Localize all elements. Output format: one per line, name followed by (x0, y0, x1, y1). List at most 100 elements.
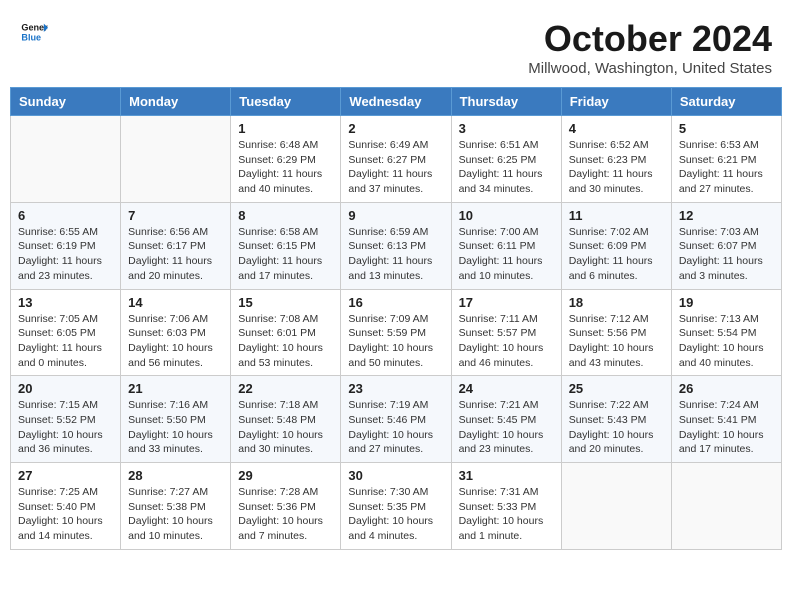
calendar-cell: 19 Sunrise: 7:13 AMSunset: 5:54 PMDayligh… (671, 289, 781, 376)
calendar-cell: 8 Sunrise: 6:58 AMSunset: 6:15 PMDaylight… (231, 202, 341, 289)
weekday-header: Friday (561, 88, 671, 116)
day-info: Sunrise: 7:27 AMSunset: 5:38 PMDaylight:… (128, 485, 223, 544)
day-number: 26 (679, 381, 774, 396)
day-info: Sunrise: 7:21 AMSunset: 5:45 PMDaylight:… (459, 398, 554, 457)
calendar-week-row: 13 Sunrise: 7:05 AMSunset: 6:05 PMDayligh… (11, 289, 782, 376)
calendar-cell (561, 463, 671, 550)
day-info: Sunrise: 7:28 AMSunset: 5:36 PMDaylight:… (238, 485, 333, 544)
title-block: October 2024 Millwood, Washington, Unite… (528, 18, 772, 77)
day-number: 31 (459, 468, 554, 483)
calendar-cell: 25Sunrise: 7:22 AMSunset: 5:43 PMDayligh… (561, 376, 671, 463)
day-number: 17 (459, 295, 554, 310)
calendar-table: SundayMondayTuesdayWednesdayThursdayFrid… (10, 87, 782, 550)
calendar-header-row: SundayMondayTuesdayWednesdayThursdayFrid… (11, 88, 782, 116)
day-number: 4 (569, 121, 664, 136)
day-number: 10 (459, 208, 554, 223)
day-info: Sunrise: 7:25 AMSunset: 5:40 PMDaylight:… (18, 485, 113, 544)
day-number: 28 (128, 468, 223, 483)
weekday-header: Saturday (671, 88, 781, 116)
day-number: 5 (679, 121, 774, 136)
calendar-cell (11, 116, 121, 203)
calendar-week-row: 27Sunrise: 7:25 AMSunset: 5:40 PMDayligh… (11, 463, 782, 550)
calendar-cell: 20 Sunrise: 7:15 AMSunset: 5:52 PMDayligh… (11, 376, 121, 463)
calendar-cell: 22Sunrise: 7:18 AMSunset: 5:48 PMDayligh… (231, 376, 341, 463)
calendar-cell: 1 Sunrise: 6:48 AMSunset: 6:29 PMDaylight… (231, 116, 341, 203)
day-info: Sunrise: 6:55 AMSunset: 6:19 PMDaylight:… (18, 225, 113, 284)
day-info: Sunrise: 7:00 AMSunset: 6:11 PMDaylight:… (459, 225, 554, 284)
logo-icon: General Blue (20, 18, 48, 46)
calendar-cell: 11Sunrise: 7:02 AMSunset: 6:09 PMDayligh… (561, 202, 671, 289)
day-number: 12 (679, 208, 774, 223)
day-info: Sunrise: 7:09 AMSunset: 5:59 PMDaylight:… (348, 312, 443, 371)
calendar-cell: 12Sunrise: 7:03 AMSunset: 6:07 PMDayligh… (671, 202, 781, 289)
weekday-header: Thursday (451, 88, 561, 116)
day-number: 24 (459, 381, 554, 396)
day-number: 14 (128, 295, 223, 310)
day-number: 9 (348, 208, 443, 223)
day-info: Sunrise: 7:11 AMSunset: 5:57 PMDaylight:… (459, 312, 554, 371)
calendar-cell: 6 Sunrise: 6:55 AMSunset: 6:19 PMDaylight… (11, 202, 121, 289)
day-info: Sunrise: 6:56 AMSunset: 6:17 PMDaylight:… (128, 225, 223, 284)
weekday-header: Sunday (11, 88, 121, 116)
day-number: 8 (238, 208, 333, 223)
weekday-header: Tuesday (231, 88, 341, 116)
day-info: Sunrise: 7:05 AMSunset: 6:05 PMDaylight:… (18, 312, 113, 371)
day-info: Sunrise: 7:30 AMSunset: 5:35 PMDaylight:… (348, 485, 443, 544)
calendar-cell: 30 Sunrise: 7:30 AMSunset: 5:35 PMDayligh… (341, 463, 451, 550)
calendar-week-row: 20 Sunrise: 7:15 AMSunset: 5:52 PMDayligh… (11, 376, 782, 463)
calendar-cell: 31 Sunrise: 7:31 AMSunset: 5:33 PMDayligh… (451, 463, 561, 550)
day-number: 3 (459, 121, 554, 136)
calendar-cell (121, 116, 231, 203)
calendar-cell: 23 Sunrise: 7:19 AMSunset: 5:46 PMDayligh… (341, 376, 451, 463)
calendar-cell: 18 Sunrise: 7:12 AMSunset: 5:56 PMDayligh… (561, 289, 671, 376)
day-number: 6 (18, 208, 113, 223)
day-number: 30 (348, 468, 443, 483)
calendar-cell: 9 Sunrise: 6:59 AMSunset: 6:13 PMDaylight… (341, 202, 451, 289)
calendar-cell: 26 Sunrise: 7:24 AMSunset: 5:41 PMDayligh… (671, 376, 781, 463)
day-info: Sunrise: 7:12 AMSunset: 5:56 PMDaylight:… (569, 312, 664, 371)
calendar-cell: 28 Sunrise: 7:27 AMSunset: 5:38 PMDayligh… (121, 463, 231, 550)
day-info: Sunrise: 7:19 AMSunset: 5:46 PMDaylight:… (348, 398, 443, 457)
day-number: 29 (238, 468, 333, 483)
day-number: 7 (128, 208, 223, 223)
day-info: Sunrise: 7:15 AMSunset: 5:52 PMDaylight:… (18, 398, 113, 457)
day-number: 20 (18, 381, 113, 396)
calendar-cell: 17 Sunrise: 7:11 AMSunset: 5:57 PMDayligh… (451, 289, 561, 376)
logo: General Blue (20, 18, 48, 46)
day-number: 23 (348, 381, 443, 396)
calendar-cell: 14Sunrise: 7:06 AMSunset: 6:03 PMDayligh… (121, 289, 231, 376)
calendar-week-row: 6 Sunrise: 6:55 AMSunset: 6:19 PMDaylight… (11, 202, 782, 289)
calendar-cell: 16Sunrise: 7:09 AMSunset: 5:59 PMDayligh… (341, 289, 451, 376)
day-info: Sunrise: 7:18 AMSunset: 5:48 PMDaylight:… (238, 398, 333, 457)
day-info: Sunrise: 7:13 AMSunset: 5:54 PMDaylight:… (679, 312, 774, 371)
day-info: Sunrise: 6:58 AMSunset: 6:15 PMDaylight:… (238, 225, 333, 284)
day-info: Sunrise: 6:52 AMSunset: 6:23 PMDaylight:… (569, 138, 664, 197)
calendar-cell: 4 Sunrise: 6:52 AMSunset: 6:23 PMDaylight… (561, 116, 671, 203)
day-number: 18 (569, 295, 664, 310)
day-number: 11 (569, 208, 664, 223)
day-number: 13 (18, 295, 113, 310)
day-info: Sunrise: 7:16 AMSunset: 5:50 PMDaylight:… (128, 398, 223, 457)
day-info: Sunrise: 7:31 AMSunset: 5:33 PMDaylight:… (459, 485, 554, 544)
day-info: Sunrise: 7:08 AMSunset: 6:01 PMDaylight:… (238, 312, 333, 371)
day-info: Sunrise: 6:53 AMSunset: 6:21 PMDaylight:… (679, 138, 774, 197)
day-info: Sunrise: 7:24 AMSunset: 5:41 PMDaylight:… (679, 398, 774, 457)
day-info: Sunrise: 6:59 AMSunset: 6:13 PMDaylight:… (348, 225, 443, 284)
calendar-cell: 29 Sunrise: 7:28 AMSunset: 5:36 PMDayligh… (231, 463, 341, 550)
calendar-cell (671, 463, 781, 550)
day-info: Sunrise: 6:51 AMSunset: 6:25 PMDaylight:… (459, 138, 554, 197)
month-title: October 2024 (528, 18, 772, 60)
calendar-cell: 5 Sunrise: 6:53 AMSunset: 6:21 PMDaylight… (671, 116, 781, 203)
day-number: 19 (679, 295, 774, 310)
weekday-header: Monday (121, 88, 231, 116)
day-number: 15 (238, 295, 333, 310)
weekday-header: Wednesday (341, 88, 451, 116)
day-info: Sunrise: 6:48 AMSunset: 6:29 PMDaylight:… (238, 138, 333, 197)
calendar-cell: 2Sunrise: 6:49 AMSunset: 6:27 PMDaylight… (341, 116, 451, 203)
location-title: Millwood, Washington, United States (528, 60, 772, 77)
day-number: 2 (348, 121, 443, 136)
day-number: 1 (238, 121, 333, 136)
calendar-cell: 7 Sunrise: 6:56 AMSunset: 6:17 PMDaylight… (121, 202, 231, 289)
day-info: Sunrise: 7:22 AMSunset: 5:43 PMDaylight:… (569, 398, 664, 457)
calendar-cell: 21Sunrise: 7:16 AMSunset: 5:50 PMDayligh… (121, 376, 231, 463)
